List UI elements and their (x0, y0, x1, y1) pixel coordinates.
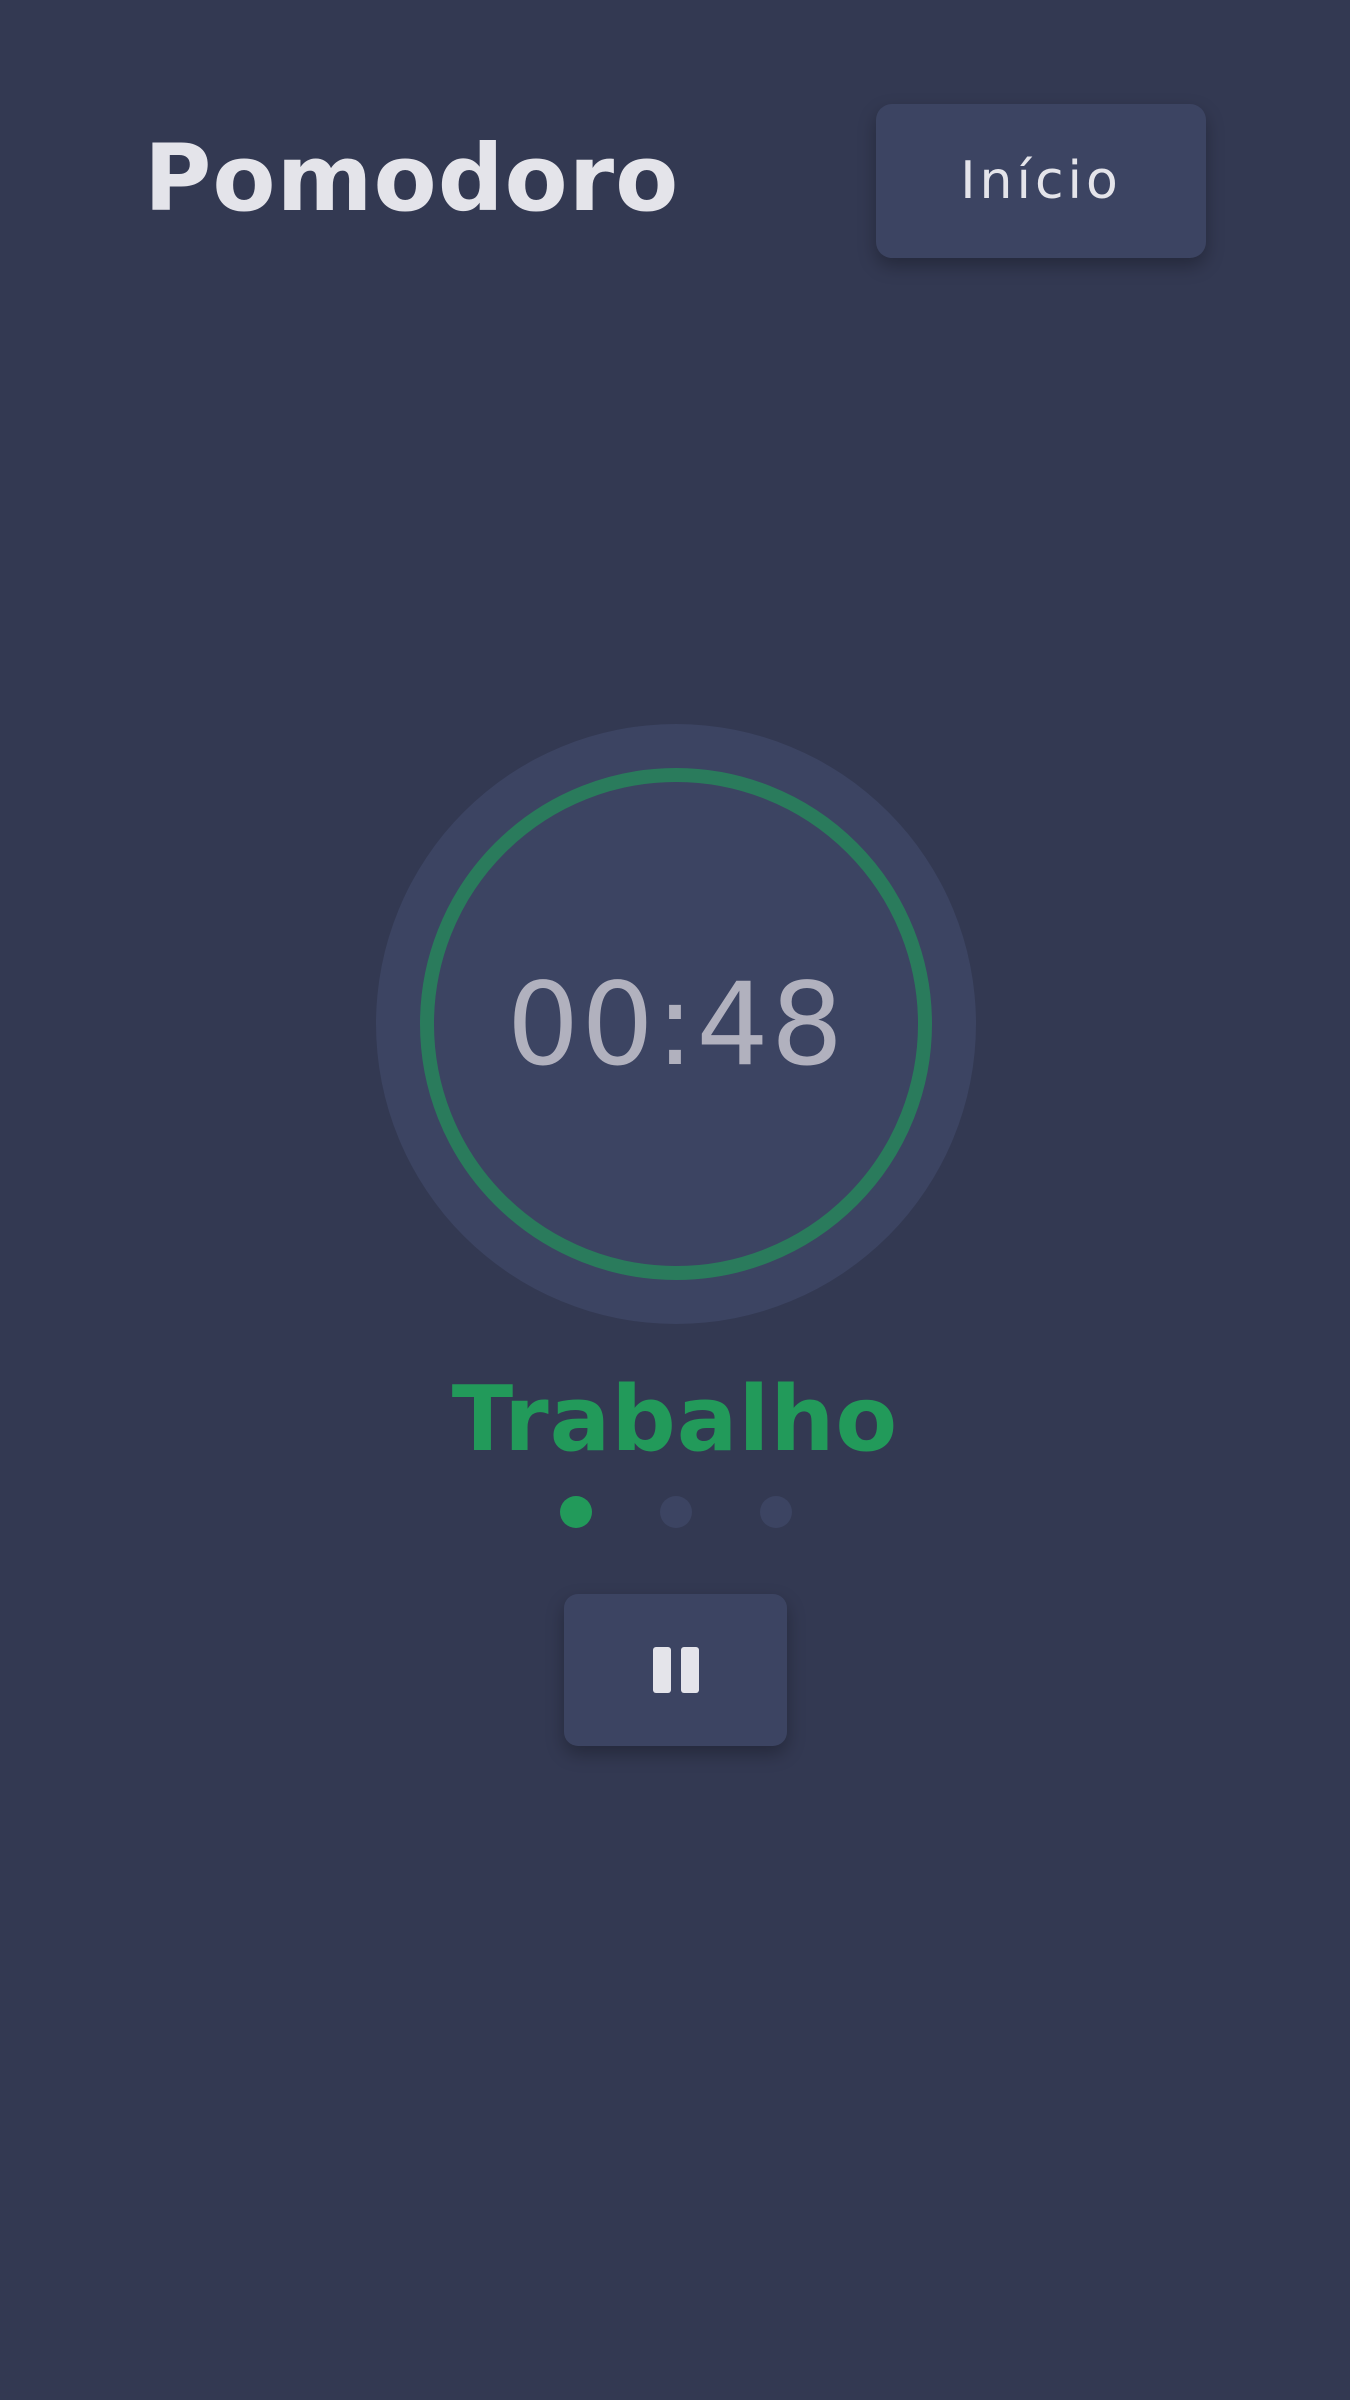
pause-icon-bar (680, 1647, 699, 1693)
phase-label: Trabalho (451, 1367, 899, 1472)
pause-button[interactable] (564, 1594, 787, 1746)
timer-dial: 00:48 (376, 724, 976, 1324)
time-remaining: 00:48 (506, 957, 846, 1091)
pause-icon (652, 1647, 699, 1693)
cycle-dot-active (560, 1496, 592, 1528)
cycle-dot (760, 1496, 792, 1528)
cycle-indicator (560, 1496, 792, 1528)
home-button[interactable]: Início (876, 104, 1206, 258)
pomodoro-screen: Pomodoro Início 00:48 Trabalho (0, 0, 1350, 2400)
cycle-dot (660, 1496, 692, 1528)
pause-icon-bar (652, 1647, 671, 1693)
app-title: Pomodoro (144, 125, 680, 232)
